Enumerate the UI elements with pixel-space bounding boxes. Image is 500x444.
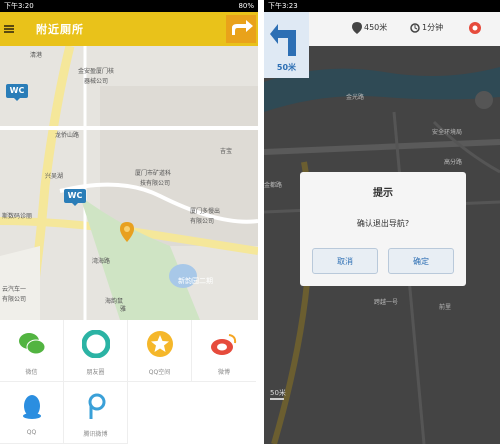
toilet-marker[interactable]: WC: [64, 189, 86, 206]
status-bar: 下午3:23: [264, 0, 500, 12]
dialog-title: 提示: [373, 188, 393, 199]
toilet-marker[interactable]: WC: [6, 84, 28, 101]
share-label: 朋友圈: [86, 369, 105, 376]
share-moments[interactable]: 朋友圈: [64, 320, 128, 382]
map-label: 兴吴湖: [45, 173, 64, 180]
nearby-toilets-screen: 下午3:20 80% 附近厕所 清港 金安盈厦门核 器械公司 龙侨山路 厦门市矿…: [0, 0, 258, 444]
scale-label: 50米: [270, 389, 286, 397]
map-label: 龙侨山路: [55, 132, 80, 139]
status-time: 下午3:23: [268, 2, 298, 10]
share-qzone[interactable]: QQ空间: [128, 320, 192, 382]
share-panel: 微信 朋友圈 QQ空间 微博 QQ 腾讯微博: [0, 320, 258, 444]
share-qq[interactable]: QQ: [0, 382, 64, 444]
share-label: QQ: [26, 429, 37, 436]
location-pin-icon[interactable]: [120, 222, 134, 244]
share-label: 微信: [25, 369, 38, 376]
qq-icon: [23, 395, 41, 419]
clock-icon: [410, 23, 420, 33]
share-tencent-weibo[interactable]: 腾讯微博: [64, 382, 128, 444]
map-label: 跨越一号: [374, 299, 399, 306]
navigation-screen: 下午3:23 金光路 安全环境局 金都路 高分路 跨越一号 前里 450米 1分…: [264, 0, 500, 444]
map-label: 吉宝: [220, 148, 233, 155]
remaining-time: 1分钟: [422, 23, 444, 32]
map-label: 清港: [30, 52, 43, 59]
map-label: 有限公司: [2, 296, 27, 303]
dialog-message: 确认退出导航?: [356, 219, 410, 228]
map-label: 厦门多慢出: [190, 208, 221, 215]
weibo-icon: [211, 334, 237, 355]
wechat-icon: [19, 333, 46, 355]
map-label: 云汽车一: [2, 286, 27, 293]
map-label: 金都路: [264, 182, 283, 189]
map-label: 雅: [120, 306, 127, 313]
scale-bar: [270, 398, 284, 400]
traffic-icon[interactable]: [468, 21, 482, 35]
map-label: 新韵园二期: [178, 277, 213, 285]
map-label: 有限公司: [190, 218, 215, 225]
exit-navigation-dialog: 提示 确认退出导航? 取消 确定: [300, 172, 466, 286]
battery-level: 80%: [238, 2, 254, 10]
map-roads: [0, 46, 258, 320]
map-label: 金光路: [346, 94, 365, 101]
location-icon: [352, 22, 362, 34]
confirm-button[interactable]: 确定: [388, 248, 454, 274]
map-label: 技有限公司: [140, 180, 171, 187]
map-label: 金安盈厦门核: [78, 68, 115, 75]
share-label: QQ空间: [148, 369, 171, 376]
share-button[interactable]: [226, 15, 256, 43]
share-weibo[interactable]: 微博: [192, 320, 256, 382]
map-label: 厦门市矿道科: [135, 170, 172, 177]
turn-left-icon: [270, 24, 296, 56]
moments-icon: [82, 330, 110, 358]
menu-icon[interactable]: [4, 25, 14, 33]
share-wechat[interactable]: 微信: [0, 320, 64, 382]
share-label: 微博: [217, 369, 230, 376]
remaining-distance: 450米: [364, 23, 388, 32]
qzone-icon: [147, 331, 173, 357]
tencent-weibo-icon: [88, 393, 106, 419]
map-label: 湾海路: [92, 258, 111, 265]
map-view[interactable]: 清港 金安盈厦门核 器械公司 龙侨山路 厦门市矿道科 技有限公司 厦门多慢出 有…: [0, 46, 258, 320]
map-label: 前里: [439, 304, 452, 311]
status-bar: 下午3:20 80%: [0, 0, 258, 12]
map-label: 高分路: [444, 159, 463, 166]
cancel-button[interactable]: 取消: [312, 248, 378, 274]
app-header: 附近厕所: [0, 12, 258, 46]
turn-distance: 50米: [276, 63, 297, 72]
map-label: 安全环境局: [432, 129, 463, 136]
map-label: 器械公司: [84, 78, 109, 85]
share-label: 腾讯微博: [83, 431, 108, 438]
share-icon: [232, 20, 253, 35]
page-title: 附近厕所: [36, 23, 84, 36]
map-label: 斯数码诊丽: [2, 213, 33, 220]
status-time: 下午3:20: [4, 2, 34, 10]
turn-indicator: 50米: [264, 12, 309, 78]
